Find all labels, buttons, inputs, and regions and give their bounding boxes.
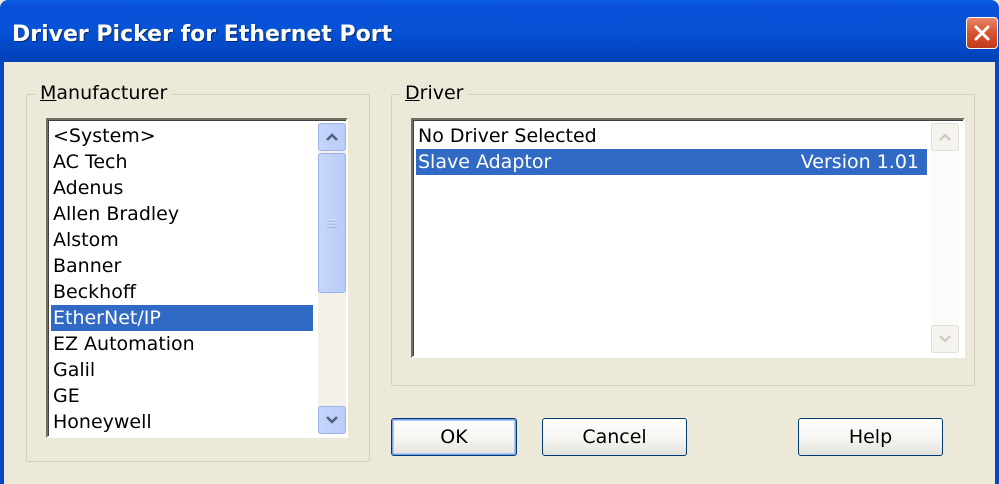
scroll-up-button[interactable] — [318, 123, 346, 151]
driver-scroll-up-button — [931, 123, 959, 151]
manufacturer-mnemonic: M — [40, 82, 57, 104]
manufacturer-item[interactable]: GE — [51, 383, 313, 409]
driver-listbox[interactable]: No Driver Selected Slave Adaptor Version 1… — [411, 118, 965, 358]
manufacturer-item[interactable]: Adenus — [51, 175, 313, 201]
manufacturer-item[interactable]: <System> — [51, 123, 313, 149]
title-bar[interactable]: Driver Picker for Ethernet Port — [0, 0, 999, 62]
scroll-down-arrow-icon — [939, 335, 951, 343]
window-frame-right — [995, 62, 999, 484]
driver-scroll-down-button — [931, 325, 959, 353]
manufacturer-item[interactable]: EtherNet/IP — [51, 305, 313, 331]
scroll-down-button[interactable] — [318, 406, 346, 434]
driver-label-rest: river — [419, 82, 464, 104]
manufacturer-item[interactable]: Beckhoff — [51, 279, 313, 305]
scroll-down-arrow-icon — [326, 416, 338, 424]
manufacturer-item[interactable]: Galil — [51, 357, 313, 383]
driver-group-label: Driver — [401, 82, 468, 104]
manufacturer-item[interactable]: Allen Bradley — [51, 201, 313, 227]
manufacturer-label-rest: anufacturer — [56, 82, 168, 104]
driver-item-name: No Driver Selected — [418, 125, 597, 147]
window-frame-left — [0, 62, 4, 484]
driver-item[interactable]: Slave Adaptor Version 1.01 — [416, 149, 927, 175]
window-title: Driver Picker for Ethernet Port — [12, 22, 393, 47]
manufacturer-scrollbar[interactable] — [318, 123, 346, 434]
cancel-button[interactable]: Cancel — [542, 418, 687, 456]
close-icon — [974, 25, 990, 41]
help-button[interactable]: Help — [798, 418, 943, 456]
driver-mnemonic: D — [405, 82, 420, 104]
manufacturer-item[interactable]: AC Tech — [51, 149, 313, 175]
scroll-thumb[interactable] — [318, 153, 346, 293]
driver-scrollbar — [931, 123, 959, 353]
ok-button[interactable]: OK — [391, 418, 517, 456]
driver-item-version: Version 1.01 — [800, 151, 919, 173]
manufacturer-item[interactable]: Honeywell — [51, 409, 313, 435]
driver-item[interactable]: No Driver Selected — [416, 123, 927, 149]
manufacturer-item[interactable]: EZ Automation — [51, 331, 313, 357]
scroll-up-arrow-icon — [326, 133, 338, 141]
manufacturer-item[interactable]: Alstom — [51, 227, 313, 253]
scroll-up-arrow-icon — [939, 133, 951, 141]
driver-item-name: Slave Adaptor — [418, 151, 552, 173]
manufacturer-item[interactable]: Banner — [51, 253, 313, 279]
close-button[interactable] — [966, 17, 998, 49]
manufacturer-group-label: Manufacturer — [36, 82, 172, 104]
manufacturer-listbox[interactable]: <System> AC Tech Adenus Allen Bradley Alstom… — [46, 118, 348, 438]
scroll-grip-icon — [327, 219, 337, 228]
